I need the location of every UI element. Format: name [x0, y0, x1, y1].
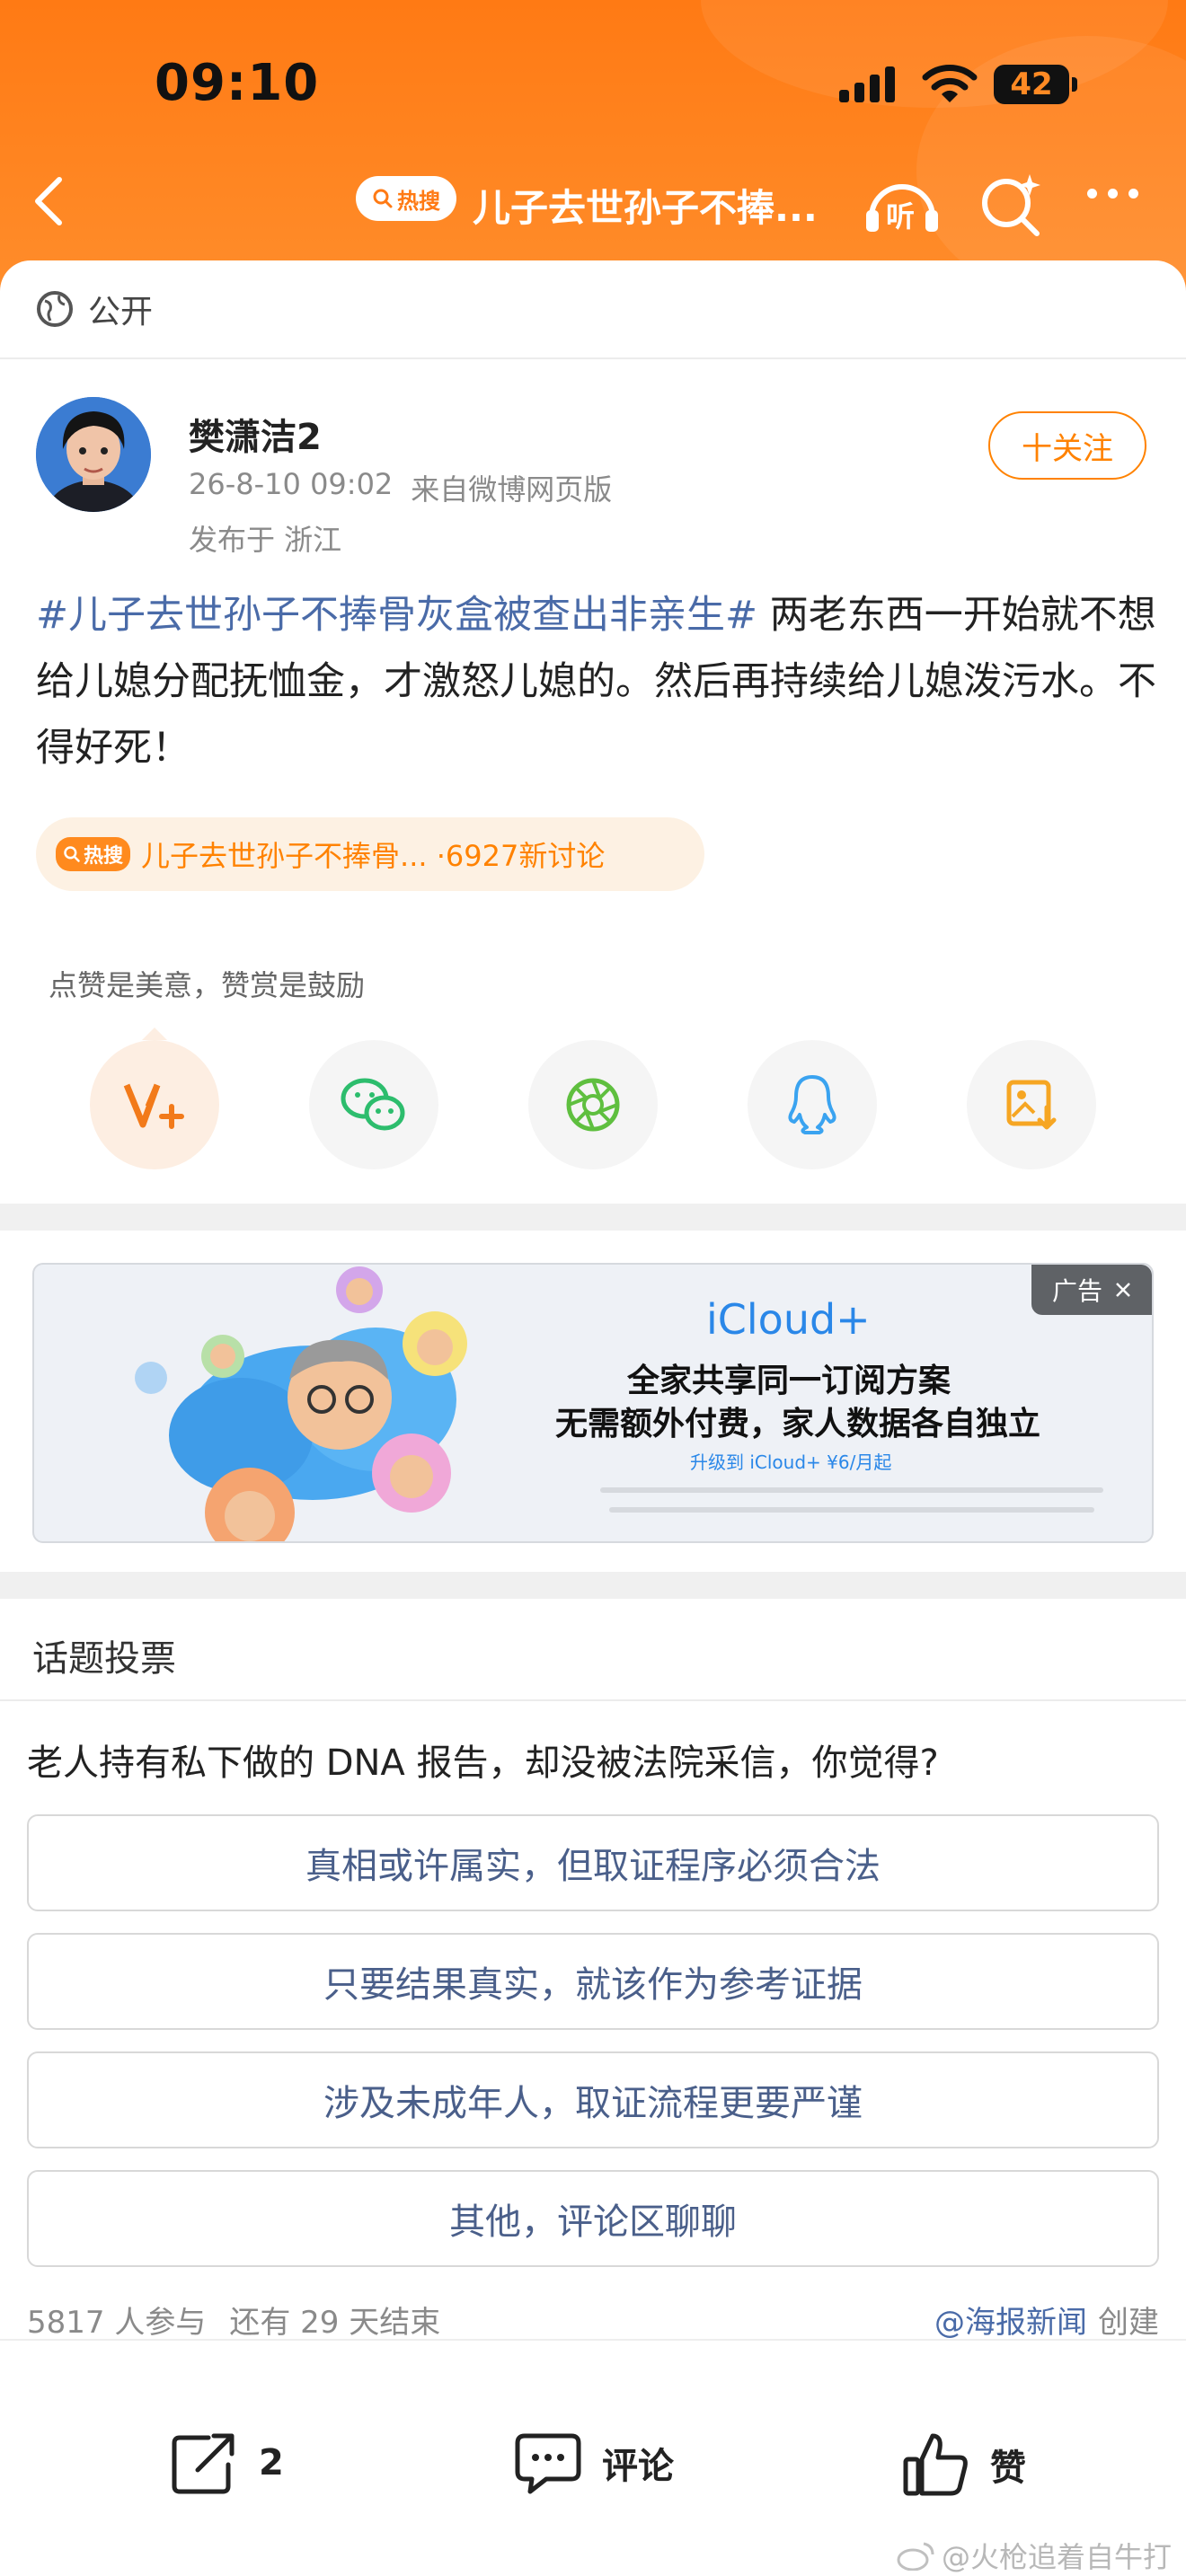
divider: [0, 1699, 1186, 1701]
wechat-share-button[interactable]: [309, 1040, 438, 1169]
ad-fine-print: [600, 1487, 1103, 1493]
back-button[interactable]: [27, 172, 72, 234]
chevron-left-icon: [35, 177, 62, 225]
post-hashtag[interactable]: #儿子去世孙子不捧骨灰盒被查出非亲生#: [36, 593, 757, 638]
vote-remaining: 还有 29 天结束: [229, 2305, 441, 2341]
weibo-logo-icon: [897, 2542, 934, 2571]
cellular-signal-icon: [839, 65, 895, 102]
vote-participants: 5817 人参与: [27, 2305, 207, 2341]
wifi-icon: [922, 63, 978, 108]
post-datetime: 26-8-10 09:02: [189, 467, 394, 501]
ad-tag-label: 广告: [1051, 1276, 1102, 1306]
thumbs-up-icon: [903, 2433, 968, 2496]
post-text: #儿子去世孙子不捧骨灰盒被查出非亲生# 两老东西一开始就不想给儿媳分配抚恤金，才…: [36, 582, 1159, 781]
status-time: 09:10: [155, 54, 320, 112]
header-bar: 09:10 42 热搜 儿子去世孙子不捧... 听: [0, 0, 1186, 296]
follow-button[interactable]: 十关注: [988, 411, 1146, 480]
avatar[interactable]: [36, 397, 151, 512]
vote-option[interactable]: 只要结果真实，就该作为参考证据: [27, 1933, 1159, 2030]
like-button[interactable]: 赞: [902, 2430, 1026, 2499]
post-source: 来自微博网页版: [411, 472, 613, 507]
share-icon: [172, 2433, 235, 2494]
section-separator: [0, 1204, 1186, 1231]
globe-icon: [37, 291, 73, 327]
qq-share-button[interactable]: [748, 1040, 877, 1169]
search-button[interactable]: [978, 171, 1046, 243]
search-icon: [373, 189, 393, 208]
ai-search-icon: [982, 174, 1040, 236]
close-icon[interactable]: [1115, 1282, 1131, 1298]
v-plus-icon: [123, 1083, 184, 1129]
caret-up-icon: [142, 1028, 167, 1040]
moments-icon: [566, 1078, 620, 1132]
listen-label: 听: [886, 199, 916, 234]
ad-banner[interactable]: 广告 iCloud+ 全家共享同一订阅方案 无需额外付费，家人数据各自独立 升级…: [32, 1263, 1154, 1543]
watermark: @火枪追着自牛打: [897, 2535, 1172, 2576]
vote-option[interactable]: 涉及未成年人，取证流程更要严谨: [27, 2051, 1159, 2148]
hot-search-label: 热搜: [397, 188, 440, 214]
comment-button[interactable]: 评论: [514, 2430, 674, 2495]
vote-creator[interactable]: @海报新闻: [934, 2298, 1087, 2342]
visibility-label: 公开: [88, 294, 154, 331]
watermark-text: @火枪追着自牛打: [941, 2540, 1172, 2574]
avatar-photo: [36, 397, 151, 512]
post-meta: 26-8-10 09:02 来自微博网页版: [189, 467, 612, 508]
post-sheet: 公开 樊潇洁2 26-8-10 09:02 来自微博网页版 发布于 浙江 十关注…: [0, 260, 1186, 2576]
author-name[interactable]: 樊潇洁2: [189, 408, 322, 460]
divider: [0, 357, 1186, 359]
vote-option[interactable]: 其他，评论区聊聊: [27, 2170, 1159, 2267]
search-icon: [64, 846, 80, 862]
repost-button[interactable]: 2: [171, 2430, 284, 2495]
vote-footer: 5817 人参与 还有 29 天结束 @海报新闻 创建: [27, 2298, 1159, 2342]
post-location: 发布于 浙江: [189, 523, 342, 557]
hot-topic-pill[interactable]: 热搜 儿子去世孙子不捧骨... ·6927新讨论: [36, 817, 704, 891]
vote-question: 老人持有私下做的 DNA 报告，却没被法院采信，你觉得?: [27, 1742, 939, 1784]
hot-badge: 热搜: [56, 837, 131, 871]
battery-icon: 42: [994, 65, 1077, 104]
like-label: 赞: [990, 2448, 1026, 2489]
hot-topic-text: 儿子去世孙子不捧骨... ·6927新讨论: [141, 839, 606, 873]
page-title[interactable]: 儿子去世孙子不捧...: [473, 178, 850, 233]
moments-share-button[interactable]: [528, 1040, 658, 1169]
v-plus-button[interactable]: [90, 1028, 219, 1169]
ad-fine-print: [609, 1507, 1094, 1513]
vote-heading: 话题投票: [32, 1638, 176, 1680]
ad-tag[interactable]: 广告: [1031, 1265, 1152, 1315]
save-image-button[interactable]: [967, 1040, 1096, 1169]
share-row: [0, 1028, 1186, 1175]
wechat-icon: [341, 1078, 405, 1131]
bottom-action-bar: 2 评论 赞 @火枪追着自牛打: [0, 2339, 1186, 2576]
visibility-row: 公开: [36, 286, 153, 332]
qq-icon: [788, 1075, 836, 1134]
vote-created-label: 创建: [1098, 2305, 1159, 2341]
listen-button[interactable]: 听: [863, 171, 942, 243]
ad-illustration: [135, 1266, 467, 1541]
hot-badge-label: 热搜: [84, 845, 124, 868]
more-options-button[interactable]: [1087, 189, 1138, 198]
save-image-icon: [1006, 1080, 1057, 1130]
vote-option[interactable]: 真相或许属实，但取证程序必须合法: [27, 1814, 1159, 1911]
section-separator: [0, 1572, 1186, 1599]
ad-subheadline: 无需额外付费，家人数据各自独立: [555, 1406, 1041, 1442]
reward-tip: 点赞是美意，赞赏是鼓励: [49, 968, 366, 1002]
comment-icon: [515, 2433, 581, 2494]
ad-headline: 全家共享同一订阅方案: [627, 1363, 951, 1399]
comment-label: 评论: [602, 2446, 674, 2487]
ad-cta[interactable]: 升级到 iCloud+ ¥6/月起: [690, 1448, 891, 1474]
repost-count: 2: [259, 2442, 284, 2483]
hot-search-badge[interactable]: 热搜: [356, 176, 456, 221]
battery-level: 42: [1010, 66, 1053, 102]
ad-brand: iCloud+: [706, 1295, 871, 1344]
